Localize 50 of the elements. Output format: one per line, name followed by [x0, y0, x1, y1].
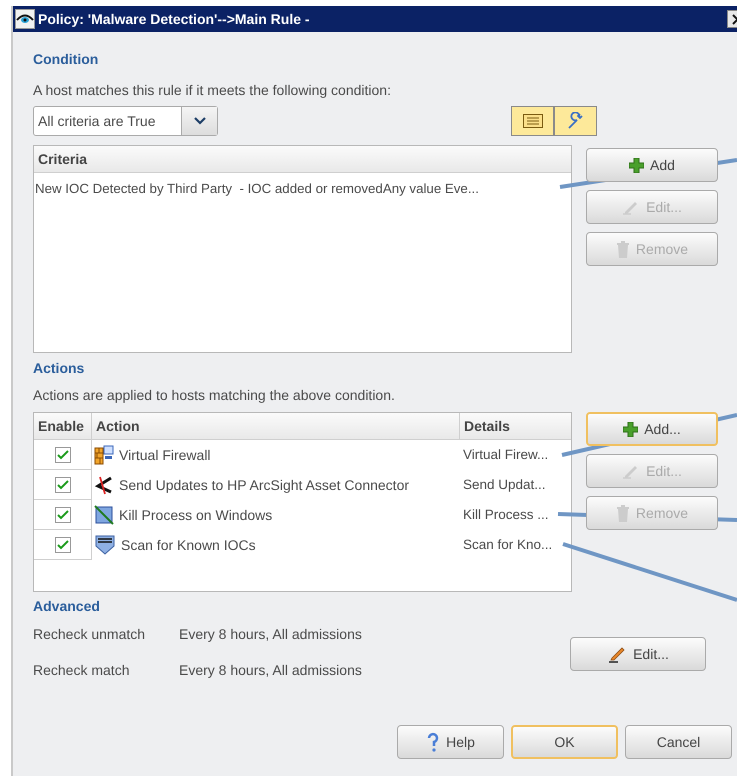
- setting-value: Every 8 hours, All admissions: [179, 661, 362, 680]
- wrench-icon: [566, 112, 584, 130]
- setting-value: Every 8 hours, All admissions: [179, 625, 362, 644]
- setting-label: Recheck match: [33, 661, 130, 680]
- criteria-row[interactable]: New IOC Detected by Third Party - IOC added or removedAny value Eve...: [34, 173, 571, 199]
- add-button[interactable]: Add: [586, 148, 718, 182]
- match-dropdown[interactable]: All criteria are True: [33, 106, 218, 136]
- eye-icon: [15, 9, 35, 29]
- action-cell[interactable]: Send Updates to HP ArcSight Asset Connector: [92, 474, 460, 496]
- shield-icon: [94, 535, 116, 555]
- firewall-icon: [94, 445, 114, 465]
- enable-checkbox[interactable]: [54, 476, 70, 492]
- enable-checkbox[interactable]: [54, 506, 70, 522]
- action-cell[interactable]: Scan for Known IOCs: [92, 534, 460, 556]
- caret-icon: [181, 107, 217, 135]
- dialog-button[interactable]: OK: [511, 725, 618, 759]
- enable-checkbox[interactable]: [54, 446, 70, 462]
- crossed-square-icon: [94, 505, 114, 525]
- column-header: Action: [92, 413, 460, 439]
- details-cell-text: Send Updat...: [462, 476, 547, 494]
- list-icon: [522, 114, 542, 128]
- column-header: Enable: [34, 413, 92, 439]
- dialog-button[interactable]: Cancel: [625, 725, 732, 759]
- question-icon: [426, 732, 440, 752]
- trash-icon: [616, 504, 630, 522]
- section-heading: Condition: [33, 50, 100, 69]
- enable-checkbox[interactable]: [54, 536, 70, 552]
- plus-icon: [629, 158, 644, 172]
- pencil-icon: [607, 645, 628, 663]
- pencil-button[interactable]: Edit...: [570, 637, 706, 671]
- section-description: A host matches this rule if it meets the following condition:: [33, 81, 392, 100]
- list-view-button[interactable]: [511, 106, 554, 136]
- help-button[interactable]: Help: [397, 725, 504, 759]
- column-header: Details: [463, 416, 511, 436]
- details-cell-text: Scan for Kno...: [462, 536, 554, 554]
- details-cell-text: Virtual Firew...: [462, 446, 550, 464]
- section-heading: Actions: [33, 359, 86, 378]
- section-description: Actions are applied to hosts matching the above condition.: [33, 386, 396, 405]
- details-cell-text: Kill Process ...: [462, 506, 550, 524]
- action-cell[interactable]: Kill Process on Windows: [92, 504, 460, 526]
- window-title: Policy: 'Malware Detection'-->Main Rule -: [38, 10, 310, 29]
- section-heading: Advanced: [33, 597, 101, 616]
- plus-icon: [623, 422, 638, 436]
- column-header: Criteria: [37, 150, 88, 168]
- wrench-button[interactable]: [554, 106, 597, 136]
- trash-icon: [616, 240, 630, 258]
- add-button[interactable]: Add...: [586, 412, 718, 446]
- setting-label: Recheck unmatch: [33, 625, 146, 644]
- connector-icon: [94, 475, 114, 495]
- action-cell[interactable]: Virtual Firewall: [92, 444, 460, 466]
